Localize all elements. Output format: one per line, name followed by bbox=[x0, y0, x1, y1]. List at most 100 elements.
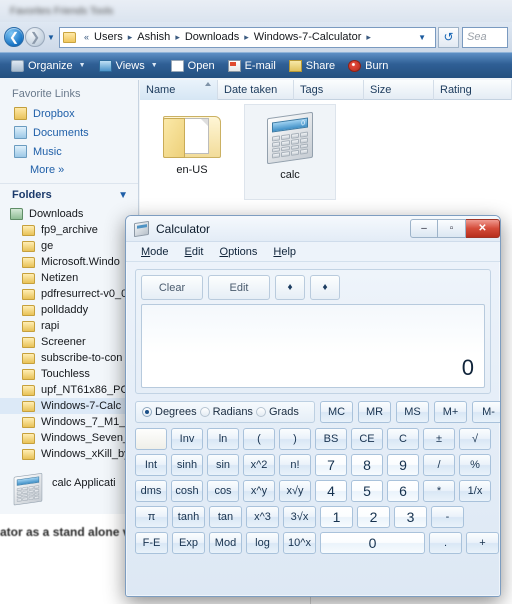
x-cubed-button[interactable]: x^3 bbox=[246, 506, 279, 528]
history-up-icon[interactable]: ♦ bbox=[275, 275, 305, 300]
calculator-title-bar[interactable]: Calculator – ▫ ✕ bbox=[126, 216, 500, 242]
folder-tree-item[interactable]: Windows_Seven_ bbox=[0, 430, 138, 446]
column-header-tags[interactable]: Tags bbox=[294, 79, 364, 100]
breadcrumb-users[interactable]: Users bbox=[93, 31, 124, 43]
radio-radians[interactable]: Radians bbox=[199, 406, 253, 418]
add-button[interactable]: + bbox=[466, 532, 499, 554]
radio-grads[interactable]: Grads bbox=[255, 406, 299, 418]
number-base-blank-button[interactable] bbox=[135, 428, 167, 450]
sidebar-item-dropbox[interactable]: Dropbox bbox=[0, 104, 138, 123]
clear-button[interactable]: C bbox=[387, 428, 419, 450]
radio-degrees[interactable]: Degrees bbox=[142, 406, 197, 418]
digit-8-button[interactable]: 8 bbox=[351, 454, 383, 476]
folders-section-header[interactable]: Folders ▼ bbox=[0, 183, 138, 206]
memory-clear-button[interactable]: MC bbox=[320, 401, 353, 423]
column-header-name[interactable]: Name bbox=[140, 79, 218, 100]
menu-edit[interactable]: Edit bbox=[178, 244, 211, 260]
breadcrumb-overflow[interactable]: « bbox=[80, 32, 93, 42]
address-bar[interactable]: « Users ▸ Ashish ▸ Downloads ▸ Windows-7… bbox=[59, 26, 436, 48]
log-button[interactable]: log bbox=[246, 532, 279, 554]
sign-toggle-button[interactable]: ± bbox=[423, 428, 455, 450]
back-arrow-icon[interactable]: ❮ bbox=[4, 27, 24, 47]
clear-entry-button[interactable]: CE bbox=[351, 428, 383, 450]
folder-tree-item[interactable]: polldaddy bbox=[0, 302, 138, 318]
digit-7-button[interactable]: 7 bbox=[315, 454, 347, 476]
ln-button[interactable]: ln bbox=[207, 428, 239, 450]
digit-4-button[interactable]: 4 bbox=[315, 480, 347, 502]
square-root-button[interactable]: √ bbox=[459, 428, 491, 450]
inv-button[interactable]: Inv bbox=[171, 428, 203, 450]
folder-tree-item[interactable]: subscribe-to-con bbox=[0, 350, 138, 366]
memory-recall-button[interactable]: MR bbox=[358, 401, 391, 423]
file-item-calc[interactable]: 0 calc bbox=[244, 104, 336, 200]
subtract-button[interactable]: - bbox=[431, 506, 464, 528]
folder-tree-item[interactable]: ge bbox=[0, 238, 138, 254]
toolbar-views-button[interactable]: Views ▼ bbox=[94, 58, 163, 74]
pi-button[interactable]: π bbox=[135, 506, 168, 528]
ten-power-x-button[interactable]: 10^x bbox=[283, 532, 316, 554]
refresh-icon[interactable]: ↺ bbox=[438, 26, 459, 48]
column-header-date-taken[interactable]: Date taken bbox=[218, 79, 294, 100]
memory-subtract-button[interactable]: M- bbox=[472, 401, 500, 423]
sidebar-item-music[interactable]: Music bbox=[0, 142, 138, 161]
folder-tree-item[interactable]: Windows-7-Calc bbox=[0, 398, 138, 414]
open-paren-button[interactable]: ( bbox=[243, 428, 275, 450]
history-down-icon[interactable]: ♦ bbox=[310, 275, 340, 300]
column-header-size[interactable]: Size bbox=[364, 79, 434, 100]
divide-button[interactable]: / bbox=[423, 454, 455, 476]
mod-button[interactable]: Mod bbox=[209, 532, 242, 554]
folder-tree-item[interactable]: fp9_archive bbox=[0, 222, 138, 238]
sidebar-more-link[interactable]: More » bbox=[0, 161, 138, 179]
toolbar-burn-button[interactable]: Burn bbox=[343, 58, 393, 74]
history-clear-button[interactable]: Clear bbox=[141, 275, 203, 300]
minimize-button[interactable]: – bbox=[410, 219, 438, 238]
memory-store-button[interactable]: MS bbox=[396, 401, 429, 423]
multiply-button[interactable]: * bbox=[423, 480, 455, 502]
search-input[interactable]: Sea bbox=[462, 26, 508, 48]
forward-arrow-icon[interactable]: ❯ bbox=[25, 27, 45, 47]
file-item-en-us[interactable]: en-US bbox=[146, 104, 238, 200]
breadcrumb-ashish[interactable]: Ashish bbox=[136, 31, 171, 43]
sidebar-item-documents[interactable]: Documents bbox=[0, 123, 138, 142]
factorial-button[interactable]: n! bbox=[279, 454, 311, 476]
toolbar-email-button[interactable]: E-mail bbox=[223, 58, 281, 74]
folder-tree-item[interactable]: Windows_xKill_by bbox=[0, 446, 138, 462]
int-button[interactable]: Int bbox=[135, 454, 167, 476]
decimal-point-button[interactable]: . bbox=[429, 532, 462, 554]
toolbar-share-button[interactable]: Share bbox=[284, 58, 340, 74]
column-header-rating[interactable]: Rating bbox=[434, 79, 512, 100]
cube-root-button[interactable]: 3√x bbox=[283, 506, 316, 528]
folder-tree-item[interactable]: Windows_7_M1_V bbox=[0, 414, 138, 430]
percent-button[interactable]: % bbox=[459, 454, 491, 476]
menu-help[interactable]: Help bbox=[266, 244, 303, 260]
reciprocal-button[interactable]: 1/x bbox=[459, 480, 491, 502]
x-squared-button[interactable]: x^2 bbox=[243, 454, 275, 476]
folder-tree-item[interactable]: Netizen bbox=[0, 270, 138, 286]
toolbar-open-button[interactable]: Open bbox=[166, 58, 220, 74]
folder-tree-item[interactable]: Touchless bbox=[0, 366, 138, 382]
digit-1-button[interactable]: 1 bbox=[320, 506, 353, 528]
digit-5-button[interactable]: 5 bbox=[351, 480, 383, 502]
folder-tree-item[interactable]: Screener bbox=[0, 334, 138, 350]
x-power-y-button[interactable]: x^y bbox=[243, 480, 275, 502]
chevron-down-icon[interactable]: ▼ bbox=[414, 33, 432, 42]
tanh-button[interactable]: tanh bbox=[172, 506, 205, 528]
menu-mode[interactable]: Mode bbox=[134, 244, 176, 260]
fe-button[interactable]: F-E bbox=[135, 532, 168, 554]
dms-button[interactable]: dms bbox=[135, 480, 167, 502]
digit-6-button[interactable]: 6 bbox=[387, 480, 419, 502]
close-button[interactable]: ✕ bbox=[466, 219, 500, 238]
breadcrumb-downloads[interactable]: Downloads bbox=[184, 31, 240, 43]
memory-add-button[interactable]: M+ bbox=[434, 401, 467, 423]
digit-9-button[interactable]: 9 bbox=[387, 454, 419, 476]
sinh-button[interactable]: sinh bbox=[171, 454, 203, 476]
bookmarks-bar[interactable]: Favorites Friends Tools bbox=[0, 0, 512, 22]
backspace-button[interactable]: BS bbox=[315, 428, 347, 450]
toolbar-organize-button[interactable]: Organize ▼ bbox=[6, 58, 91, 74]
cos-button[interactable]: cos bbox=[207, 480, 239, 502]
exp-button[interactable]: Exp bbox=[172, 532, 205, 554]
folder-tree-item[interactable]: rapi bbox=[0, 318, 138, 334]
digit-0-button[interactable]: 0 bbox=[320, 532, 425, 554]
folder-tree-item[interactable]: upf_NT61x86_PCI bbox=[0, 382, 138, 398]
menu-options[interactable]: Options bbox=[213, 244, 265, 260]
